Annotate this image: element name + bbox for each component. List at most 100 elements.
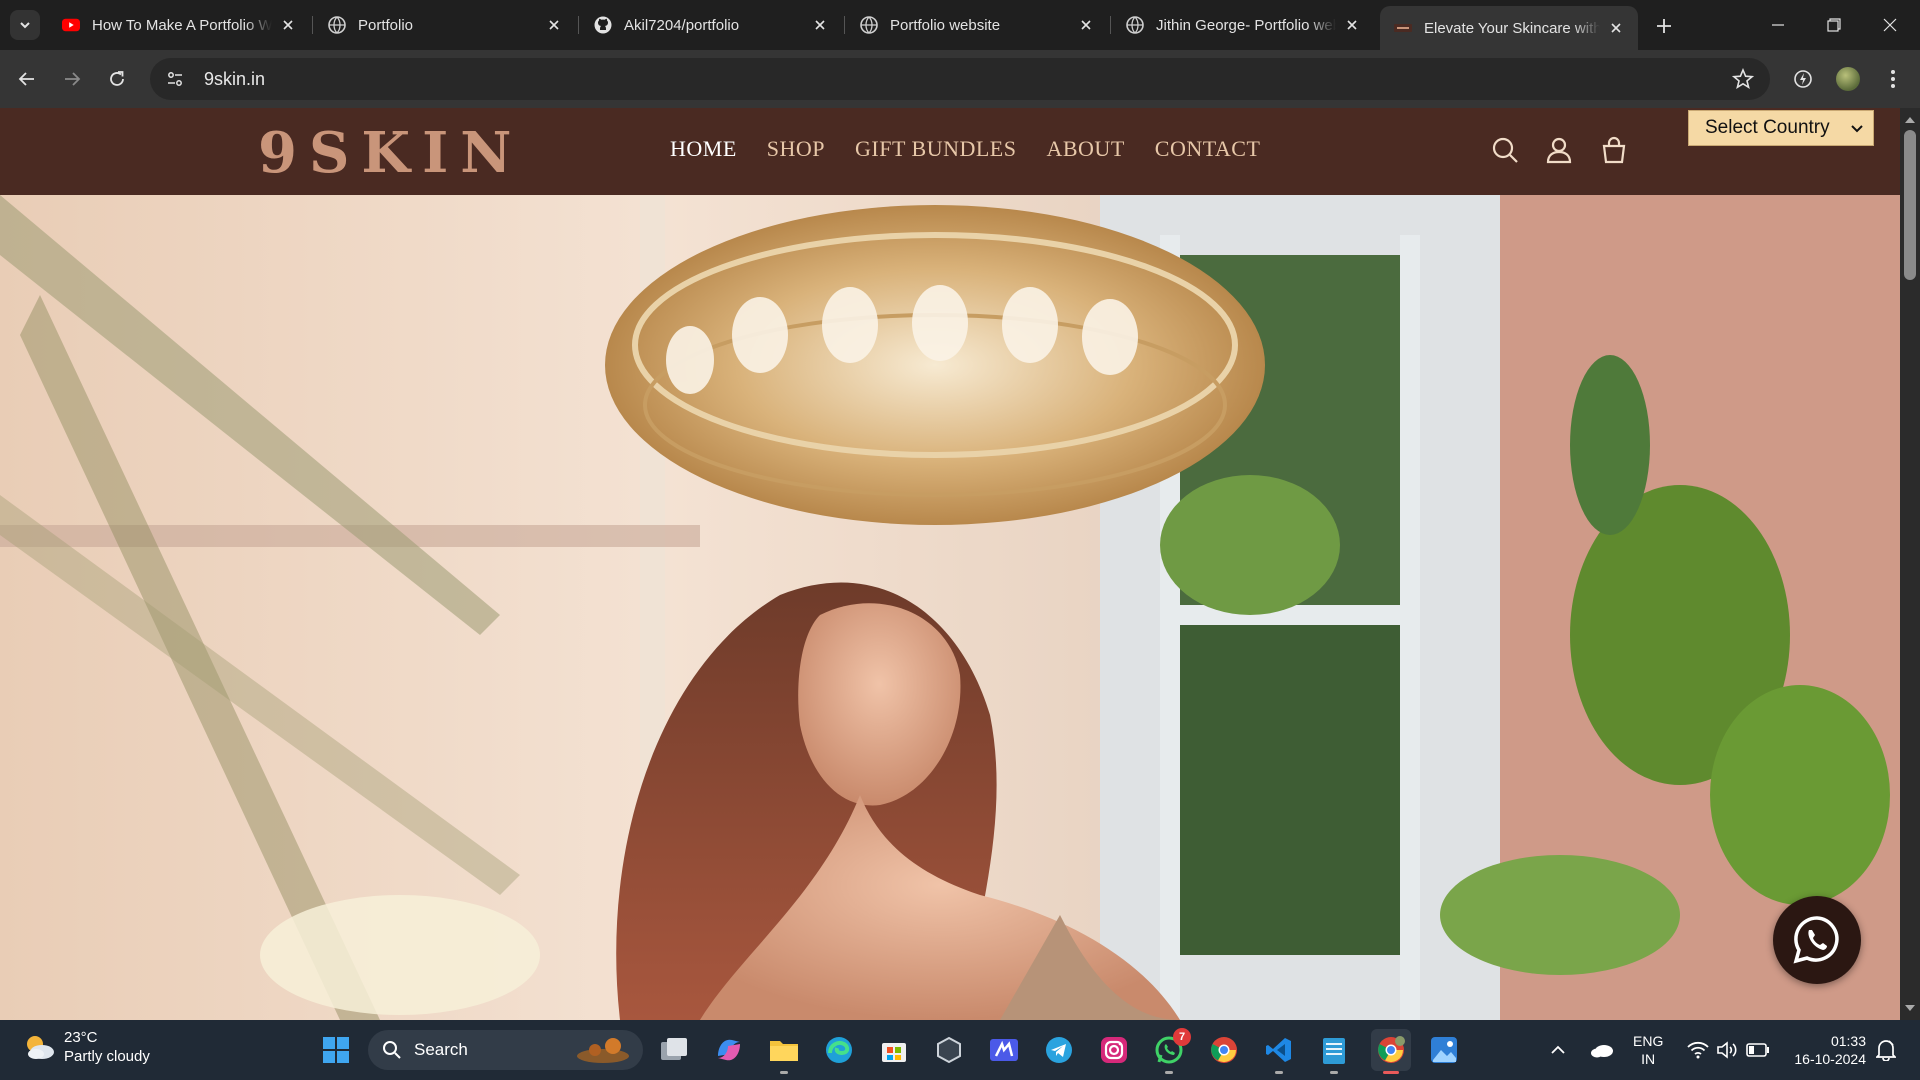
close-tab-icon[interactable]	[1342, 15, 1362, 35]
nav-shop[interactable]: SHOP	[767, 136, 825, 162]
search-icon[interactable]	[1488, 133, 1522, 167]
taskbar-search-label: Search	[414, 1040, 468, 1059]
vscode-icon[interactable]	[1261, 1032, 1297, 1074]
reload-icon	[110, 71, 124, 86]
close-icon	[1883, 18, 1897, 32]
tab-portfolio[interactable]: Portfolio	[314, 8, 576, 42]
tab-github[interactable]: Akil7204/portfolio	[580, 8, 842, 42]
site-header: 9SKIN HOME SHOP GIFT BUNDLES ABOUT CONTA…	[0, 108, 1900, 195]
url-text[interactable]: 9skin.in	[204, 69, 265, 90]
extensions-icon[interactable]	[1788, 64, 1818, 94]
whatsapp-taskbar-icon[interactable]: 7	[1151, 1028, 1191, 1074]
page-scrollbar[interactable]	[1900, 108, 1920, 1020]
browser-menu-icon[interactable]	[1878, 64, 1908, 94]
notifications-icon[interactable]	[1876, 1020, 1896, 1080]
address-bar[interactable]: 9skin.in	[150, 58, 1770, 100]
whatsapp-chat-button[interactable]	[1773, 896, 1861, 984]
taskbar-search-box[interactable]: Search	[368, 1030, 643, 1070]
country-select[interactable]: Select Country	[1688, 110, 1874, 146]
arrow-right-icon	[65, 72, 81, 86]
scroll-thumb[interactable]	[1904, 130, 1916, 280]
running-indicator	[1275, 1071, 1283, 1074]
shopping-bag-icon[interactable]	[1597, 133, 1631, 167]
scroll-down-icon[interactable]	[1900, 998, 1920, 1018]
chrome-icon[interactable]	[1206, 1032, 1242, 1068]
partly-cloudy-icon	[27, 1036, 54, 1059]
close-tab-icon[interactable]	[278, 15, 298, 35]
whatsapp-icon	[1793, 916, 1839, 964]
windows-taskbar: 23°C Partly cloudy Search 7 ENG IN 01:33…	[0, 1020, 1920, 1080]
tab-portfolio-website[interactable]: Portfolio website	[846, 8, 1108, 42]
weather-description: Partly cloudy	[64, 1048, 150, 1065]
tab-title: How To Make A Portfolio Website	[92, 16, 272, 34]
windows-start-icon[interactable]	[318, 1032, 354, 1068]
notepad-icon[interactable]	[1316, 1032, 1352, 1074]
hero-banner-image	[0, 195, 1900, 1020]
close-tab-icon[interactable]	[544, 15, 564, 35]
telegram-icon[interactable]	[1041, 1032, 1077, 1068]
microsoft-store-icon[interactable]	[876, 1032, 912, 1068]
battery-icon[interactable]	[1746, 1020, 1770, 1080]
country-select-label: Select Country	[1705, 117, 1830, 138]
chevron-down-icon	[1851, 125, 1863, 133]
nav-about[interactable]: ABOUT	[1046, 136, 1124, 162]
browser-toolbar: 9skin.in	[0, 50, 1920, 108]
clock-time: 01:33	[1830, 1033, 1866, 1049]
weather-widget[interactable]: 23°C Partly cloudy	[22, 1028, 150, 1066]
close-window-button[interactable]	[1862, 0, 1918, 50]
tab-title: Portfolio website	[890, 16, 1001, 34]
tab-separator	[312, 16, 313, 34]
clock-date: 16-10-2024	[1794, 1051, 1866, 1067]
page-viewport: 9SKIN HOME SHOP GIFT BUNDLES ABOUT CONTA…	[0, 108, 1920, 1020]
show-hidden-icons[interactable]	[1550, 1020, 1566, 1080]
tab-title: Jithin George- Portfolio website	[1156, 16, 1336, 34]
9skin-favicon-icon	[1394, 19, 1412, 37]
edge-browser-icon[interactable]	[821, 1032, 857, 1068]
bookmark-star-icon[interactable]	[1731, 67, 1755, 95]
close-tab-icon[interactable]	[1606, 18, 1626, 38]
system-clock[interactable]: 01:33 16-10-2024	[1786, 1032, 1866, 1068]
close-tab-icon[interactable]	[1076, 15, 1096, 35]
onedrive-icon[interactable]	[1590, 1020, 1614, 1080]
input-language-indicator[interactable]: ENG IN	[1633, 1032, 1663, 1068]
browser-tab-strip: How To Make A Portfolio Website Portfoli…	[0, 0, 1920, 50]
restore-button[interactable]	[1806, 0, 1862, 50]
account-icon[interactable]	[1542, 133, 1576, 167]
instagram-icon[interactable]	[1096, 1032, 1132, 1068]
tab-title: Elevate Your Skincare with 9SKIN	[1424, 19, 1600, 37]
back-button[interactable]	[12, 64, 42, 94]
arrow-left-icon	[18, 72, 34, 86]
chrome-profile-active-icon[interactable]	[1371, 1029, 1411, 1074]
language-code: ENG	[1633, 1033, 1664, 1049]
site-logo[interactable]: 9SKIN	[258, 120, 523, 186]
nav-contact[interactable]: CONTACT	[1155, 136, 1261, 162]
globe-icon	[1126, 16, 1144, 34]
tab-youtube[interactable]: How To Make A Portfolio Website	[48, 8, 310, 42]
tab-9skin-active[interactable]: Elevate Your Skincare with 9SKIN	[1380, 6, 1638, 50]
scroll-up-icon[interactable]	[1900, 110, 1920, 130]
minimize-icon	[1772, 24, 1784, 26]
close-tab-icon[interactable]	[810, 15, 830, 35]
tab-jithin-portfolio[interactable]: Jithin George- Portfolio website	[1112, 8, 1374, 42]
chevron-up-icon	[1551, 1045, 1565, 1054]
restore-icon	[1827, 18, 1841, 32]
copilot-icon[interactable]	[711, 1032, 747, 1068]
search-icon	[383, 1041, 401, 1059]
task-view-icon[interactable]	[656, 1032, 692, 1068]
minimize-button[interactable]	[1750, 0, 1806, 50]
tab-separator	[578, 16, 579, 34]
new-tab-button[interactable]	[1650, 12, 1678, 40]
file-explorer-icon[interactable]	[766, 1032, 802, 1074]
profile-avatar[interactable]	[1833, 64, 1863, 94]
nav-home[interactable]: HOME	[670, 136, 737, 162]
site-info-icon[interactable]	[160, 64, 190, 94]
reload-button[interactable]	[102, 64, 132, 94]
app-launcher-icon[interactable]	[986, 1032, 1022, 1068]
volume-icon[interactable]	[1716, 1020, 1738, 1080]
nav-gift-bundles[interactable]: GIFT BUNDLES	[855, 136, 1016, 162]
forward-button[interactable]	[57, 64, 87, 94]
unity-hub-icon[interactable]	[931, 1032, 967, 1068]
tab-search-button[interactable]	[10, 10, 40, 40]
photos-icon[interactable]	[1426, 1032, 1462, 1068]
wifi-icon[interactable]	[1687, 1020, 1709, 1080]
